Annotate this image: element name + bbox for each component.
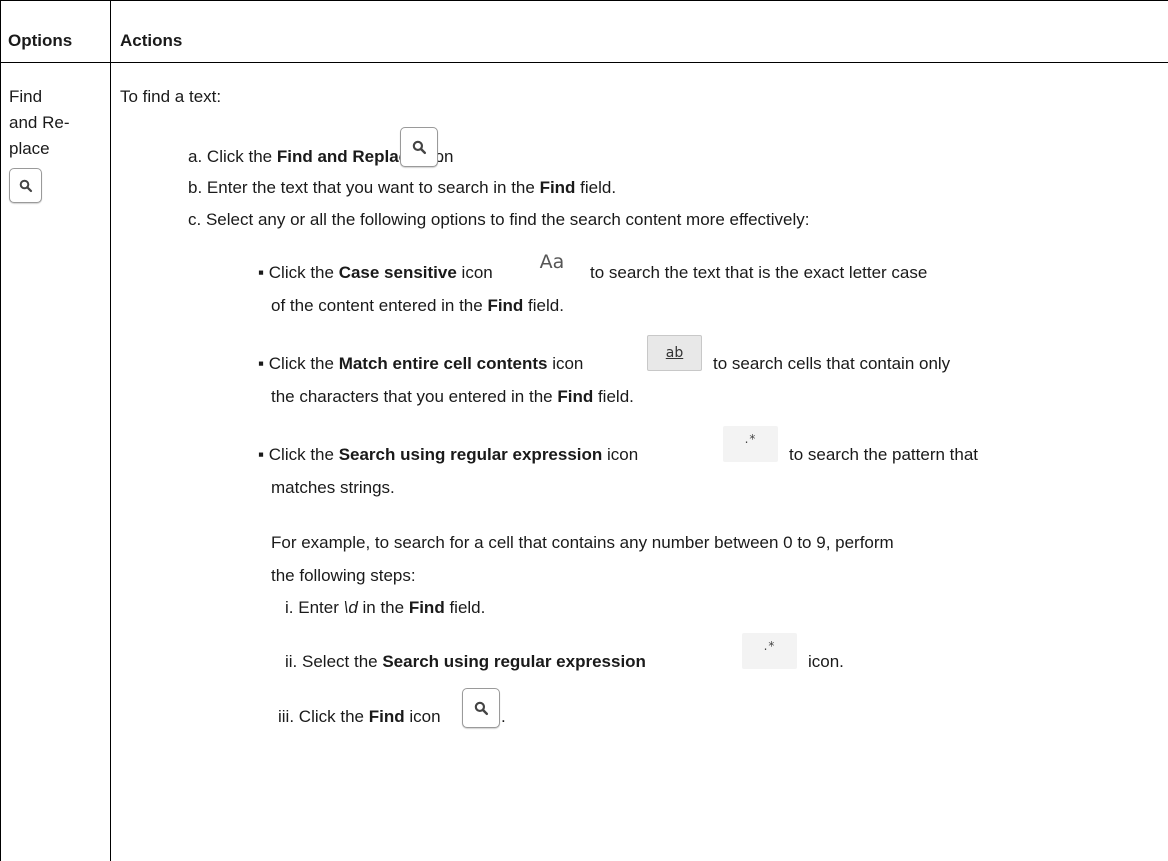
bullet-2-line2-post: field.: [593, 387, 634, 406]
substep-iii-bold: Find: [368, 707, 405, 726]
find-icon: [462, 688, 500, 728]
header-divider: [0, 62, 1168, 63]
bullet-3-bold: Search using regular expression: [338, 445, 603, 464]
substep-i: i. Enter \d in the Find field.: [285, 598, 485, 618]
step-a-pre: Click the: [206, 147, 277, 166]
match-entire-cell-icon-label: ab: [665, 345, 684, 361]
bullet-2-line2-pre: the characters that you entered in the: [271, 387, 558, 406]
bullet-1-bold: Case sensitive: [338, 263, 457, 282]
bullet-regex: ▪ Click the Search using regular express…: [258, 445, 638, 465]
substep-i-mid: in the: [357, 598, 409, 617]
substep-iii-post: icon: [404, 707, 441, 726]
bullet-case-sensitive: ▪ Click the Case sensitive icon: [258, 263, 493, 283]
substep-ii-marker: ii.: [285, 652, 298, 671]
find-and-replace-icon: [9, 168, 42, 203]
substep-i-italic: \d: [343, 598, 358, 617]
intro-text: To find a text:: [120, 87, 222, 106]
bullet-2-mid: icon: [547, 354, 584, 373]
step-b-marker: b.: [188, 178, 203, 197]
regex-icon-label: .*: [744, 432, 757, 446]
substep-ii-bold: Search using regular expression: [382, 652, 646, 671]
step-a-tail: .: [439, 147, 444, 166]
bullet-3-line2: matches strings.: [271, 478, 395, 497]
bullet-marker: ▪: [258, 263, 265, 282]
substep-i-bold: Find: [408, 598, 445, 617]
substep-iii-pre: Click the: [298, 707, 369, 726]
bullet-3-mid: icon: [602, 445, 639, 464]
bullet-3-pre: Click the: [268, 445, 339, 464]
column-divider: [110, 0, 111, 861]
substep-ii-post: icon.: [808, 652, 844, 671]
step-a-bold: Find and Replace: [276, 147, 418, 166]
option-label-line3: place: [9, 139, 50, 158]
bullet-2-line2-bold: Find: [557, 387, 594, 406]
substep-iii: iii. Click the Find icon: [278, 707, 441, 727]
step-a-marker: a.: [188, 147, 203, 166]
bullet-marker: ▪: [258, 445, 265, 464]
step-b-bold: Find: [539, 178, 576, 197]
option-label-line1: Find: [9, 87, 43, 106]
bullet-1-line2-post: field.: [523, 296, 564, 315]
bullet-match-cell: ▪ Click the Match entire cell contents i…: [258, 354, 583, 374]
bullet-1-pre: Click the: [268, 263, 339, 282]
step-b: b. Enter the text that you want to searc…: [188, 178, 616, 198]
step-c-marker: c.: [188, 210, 202, 229]
find-and-replace-icon: [400, 127, 438, 167]
bullet-1-mid: icon: [456, 263, 493, 282]
bullet-2-bold: Match entire cell contents: [338, 354, 548, 373]
bullet-2-post: to search cells that contain only: [713, 354, 951, 373]
substep-i-post: field.: [444, 598, 486, 617]
regex-icon: .*: [723, 426, 778, 462]
bullet-marker: ▪: [258, 354, 265, 373]
option-label-line2: and Re-: [9, 113, 70, 132]
substep-iii-tail: .: [501, 707, 506, 726]
match-entire-cell-icon: ab: [647, 335, 702, 371]
header-options: Options: [8, 31, 73, 50]
regex-icon-label: .*: [763, 639, 776, 653]
step-b-pre: Enter the text that you want to search i…: [206, 178, 540, 197]
step-b-post: field.: [575, 178, 617, 197]
substep-iii-marker: iii.: [278, 707, 295, 726]
regex-icon: .*: [742, 633, 797, 669]
bullet-1-line2: of the content entered in the Find field…: [271, 296, 564, 316]
example-line1: For example, to search for a cell that c…: [271, 533, 894, 552]
bullet-1-line2-pre: of the content entered in the: [271, 296, 488, 315]
bullet-3-post: to search the pattern that: [789, 445, 979, 464]
example-line2: the following steps:: [271, 566, 416, 585]
options-table: [0, 0, 1168, 861]
substep-i-pre: Enter: [298, 598, 344, 617]
case-sensitive-icon: Aa: [539, 251, 565, 273]
substep-ii: ii. Select the Search using regular expr…: [285, 652, 646, 672]
bullet-2-line2: the characters that you entered in the F…: [271, 387, 634, 407]
substep-i-marker: i.: [285, 598, 294, 617]
bullet-1-line2-bold: Find: [487, 296, 524, 315]
substep-ii-pre: Select the: [302, 652, 383, 671]
bullet-1-post: to search the text that is the exact let…: [590, 263, 928, 282]
step-c: c. Select any or all the following optio…: [188, 210, 810, 230]
bullet-2-pre: Click the: [268, 354, 339, 373]
step-c-text: Select any or all the following options …: [205, 210, 810, 229]
header-actions: Actions: [120, 31, 183, 50]
